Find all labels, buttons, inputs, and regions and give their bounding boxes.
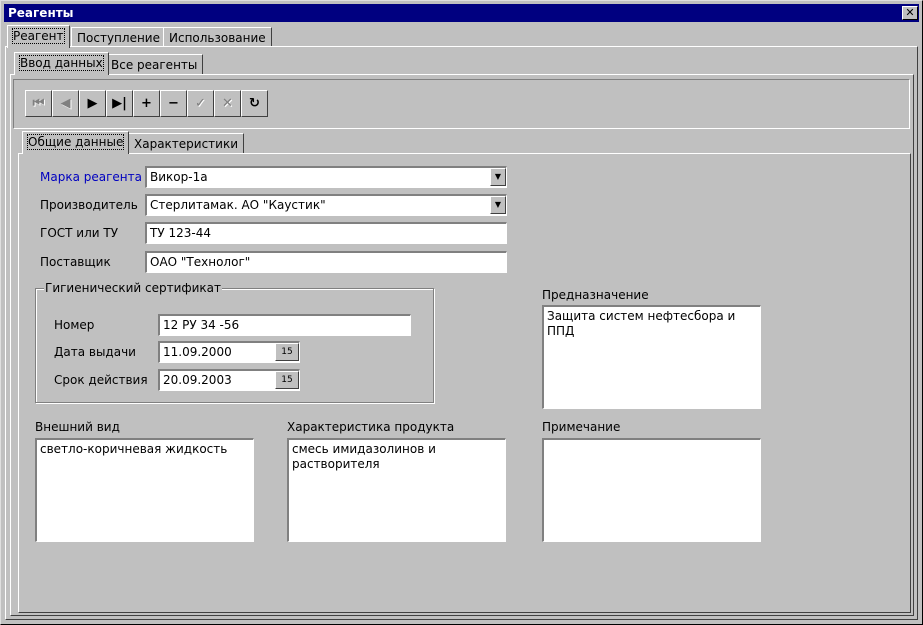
- delete-record-button[interactable]: −: [160, 90, 187, 117]
- tab-usage-label: Использование: [169, 31, 266, 45]
- manufacturer-dropdown-button[interactable]: ▼: [490, 196, 506, 214]
- certificate-groupbox: Гигиенический сертификат Номер 12 РУ 34 …: [35, 281, 434, 403]
- certificate-title: Гигиенический сертификат: [44, 281, 223, 295]
- close-button[interactable]: ✕: [902, 6, 918, 20]
- validity-label: Срок действия: [54, 373, 148, 387]
- brand-label: Марка реагента: [40, 170, 142, 184]
- post-record-icon: ✓: [195, 96, 206, 111]
- next-record-button[interactable]: ▶: [79, 90, 106, 117]
- tab-reagent-label: Реагент: [12, 28, 65, 44]
- tab-general-data[interactable]: Общие данные: [22, 131, 130, 154]
- manufacturer-value: Стерлитамак. АО "Каустик": [150, 198, 326, 212]
- tab-data-entry-label: Ввод данных: [19, 55, 104, 71]
- cert-number-label: Номер: [54, 318, 95, 332]
- insert-record-button[interactable]: +: [133, 90, 160, 117]
- window-title: Реагенты: [8, 6, 74, 20]
- validity-date-picker[interactable]: 20.09.2003 15: [158, 369, 300, 391]
- post-record-button[interactable]: ✓: [187, 90, 214, 117]
- refresh-button[interactable]: ↻: [241, 90, 268, 117]
- insert-record-icon: +: [141, 96, 152, 111]
- cert-number-value: 12 РУ 34 -56: [163, 318, 240, 332]
- brand-dropdown-button[interactable]: ▼: [490, 168, 506, 186]
- tab-all-reagents-label: Все реагенты: [111, 58, 198, 72]
- note-label: Примечание: [542, 420, 621, 434]
- appearance-label: Внешний вид: [35, 420, 120, 434]
- last-record-icon: ▶|: [112, 96, 127, 111]
- note-memo[interactable]: [542, 438, 761, 542]
- appearance-memo[interactable]: светло-коричневая жидкость: [35, 438, 254, 542]
- app-window: Реагенты ✕ Реагент Поступление Использов…: [0, 0, 923, 625]
- characteristic-label: Характеристика продукта: [287, 420, 455, 434]
- tab-receipt[interactable]: Поступление: [71, 27, 166, 47]
- purpose-label: Предназначение: [542, 288, 649, 302]
- chevron-down-icon: ▼: [494, 200, 502, 209]
- calendar-icon: 15: [281, 375, 293, 385]
- prior-record-button[interactable]: ◀: [52, 90, 79, 117]
- supplier-value: ОАО "Технолог": [150, 255, 251, 269]
- first-record-button[interactable]: ⏮: [25, 90, 52, 117]
- gost-field[interactable]: ТУ 123-44: [145, 222, 507, 244]
- data-entry-panel: ⏮ ◀ ▶ ▶| + − ✓ ✕ ↻ Общие данные Характер…: [10, 74, 914, 616]
- reagent-panel: Ввод данных Все реагенты ⏮ ◀ ▶ ▶| + − ✓ …: [5, 46, 918, 620]
- close-icon: ✕: [905, 6, 915, 19]
- cancel-edit-icon: ✕: [222, 96, 233, 111]
- title-bar[interactable]: Реагенты ✕: [4, 4, 919, 22]
- supplier-field[interactable]: ОАО "Технолог": [145, 251, 507, 273]
- tab-characteristics-label: Характеристики: [134, 137, 239, 151]
- tab-data-entry[interactable]: Ввод данных: [14, 52, 109, 75]
- calendar-icon: 15: [281, 347, 293, 357]
- validity-date-value: 20.09.2003: [163, 373, 232, 387]
- brand-combobox[interactable]: Викор-1а ▼: [145, 166, 507, 188]
- tab-characteristics[interactable]: Характеристики: [128, 133, 245, 153]
- validity-calendar-button[interactable]: 15: [275, 371, 299, 389]
- issue-date-label: Дата выдачи: [54, 345, 136, 359]
- issue-date-value: 11.09.2000: [163, 345, 232, 359]
- general-data-panel: Марка реагента Викор-1а ▼ Производитель …: [18, 153, 911, 613]
- delete-record-icon: −: [168, 96, 179, 111]
- purpose-memo[interactable]: Защита систем нефтесбора и ППД: [542, 305, 761, 409]
- tab-general-data-label: Общие данные: [26, 134, 125, 150]
- supplier-label: Поставщик: [40, 255, 111, 269]
- first-record-icon: ⏮: [32, 96, 45, 111]
- gost-label: ГОСТ или ТУ: [40, 226, 119, 240]
- cancel-edit-button[interactable]: ✕: [214, 90, 241, 117]
- refresh-icon: ↻: [249, 96, 260, 111]
- issue-date-picker[interactable]: 11.09.2000 15: [158, 341, 300, 363]
- tab-usage[interactable]: Использование: [163, 27, 272, 47]
- tab-receipt-label: Поступление: [77, 31, 160, 45]
- manufacturer-combobox[interactable]: Стерлитамак. АО "Каустик" ▼: [145, 194, 507, 216]
- tab-reagent[interactable]: Реагент: [7, 25, 70, 48]
- gost-value: ТУ 123-44: [150, 226, 211, 240]
- brand-value: Викор-1а: [150, 170, 208, 184]
- chevron-down-icon: ▼: [494, 172, 502, 181]
- db-navigator: ⏮ ◀ ▶ ▶| + − ✓ ✕ ↻: [25, 90, 268, 117]
- tab-all-reagents[interactable]: Все реагенты: [105, 54, 204, 74]
- last-record-button[interactable]: ▶|: [106, 90, 133, 117]
- next-record-icon: ▶: [87, 96, 98, 111]
- manufacturer-label: Производитель: [40, 198, 138, 212]
- navigator-area: ⏮ ◀ ▶ ▶| + − ✓ ✕ ↻: [13, 79, 910, 129]
- issue-date-calendar-button[interactable]: 15: [275, 343, 299, 361]
- characteristic-memo[interactable]: смесь имидазолинов и растворителя: [287, 438, 506, 542]
- prior-record-icon: ◀: [60, 96, 71, 111]
- cert-number-field[interactable]: 12 РУ 34 -56: [158, 314, 411, 336]
